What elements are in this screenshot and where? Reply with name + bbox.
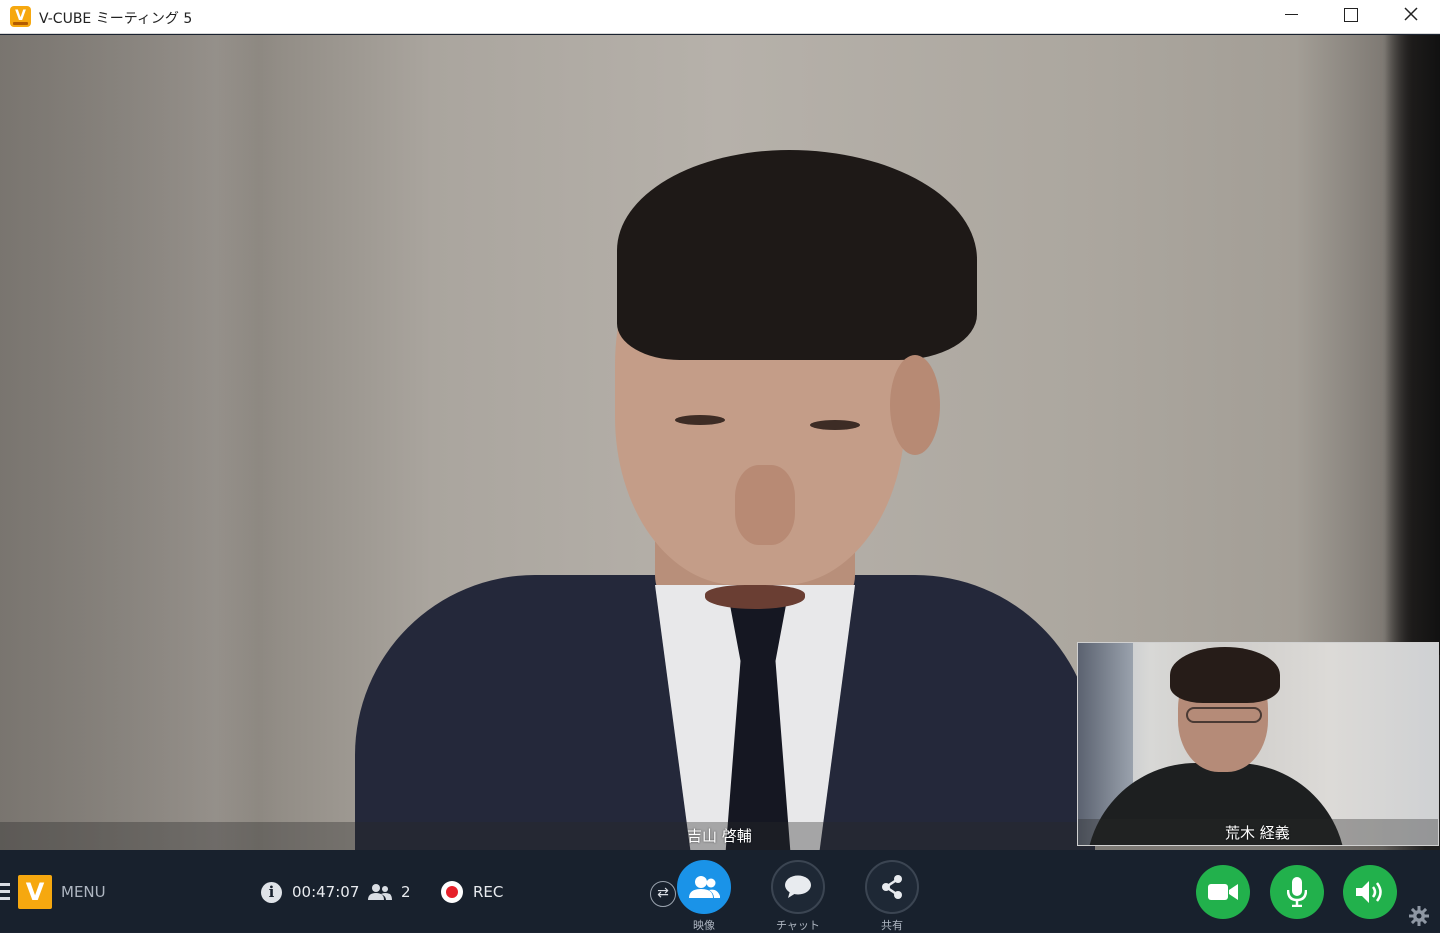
title-bar: V-CUBE ミーティング 5 <box>0 0 1440 34</box>
v-cube-logo-icon <box>10 6 31 27</box>
bottom-toolbar: MENU i 00:47:07 2 REC ⇄ 映像 チャット <box>0 850 1440 932</box>
share-icon <box>882 875 902 899</box>
window-title: V-CUBE ミーティング 5 <box>39 11 193 27</box>
video-button-label: 映像 <box>693 919 715 932</box>
maximize-button[interactable] <box>1321 0 1381 30</box>
menu-label[interactable]: MENU <box>61 883 106 901</box>
chat-button[interactable] <box>771 860 825 914</box>
participant-count: 2 <box>401 883 411 901</box>
share-button-label: 共有 <box>881 919 903 932</box>
speaker-silhouette <box>355 115 1095 850</box>
rec-label[interactable]: REC <box>473 883 503 901</box>
record-icon[interactable] <box>441 881 463 903</box>
elapsed-time: 00:47:07 <box>292 883 360 901</box>
camera-icon <box>1208 884 1238 900</box>
menu-handle-icon[interactable] <box>0 883 10 901</box>
share-button[interactable] <box>865 860 919 914</box>
microphone-toggle-button[interactable] <box>1270 865 1324 919</box>
video-layout-button[interactable] <box>677 860 731 914</box>
info-icon[interactable]: i <box>261 882 282 903</box>
switch-icon[interactable]: ⇄ <box>650 881 676 907</box>
speaker-toggle-button[interactable] <box>1343 865 1397 919</box>
self-video-pip[interactable]: 荒木 経義 <box>1077 642 1439 846</box>
camera-toggle-button[interactable] <box>1196 865 1250 919</box>
close-button[interactable] <box>1381 0 1440 30</box>
gear-icon[interactable] <box>1409 906 1429 926</box>
pip-name-bar: 荒木 経義 <box>1078 819 1438 845</box>
main-participant-name: 吉山 啓輔 <box>687 827 752 845</box>
microphone-icon <box>1287 877 1307 907</box>
people-icon <box>689 876 720 898</box>
minimize-button[interactable] <box>1262 0 1322 30</box>
menu-logo-button[interactable] <box>18 875 52 909</box>
chat-button-label: チャット <box>776 919 820 932</box>
participants-icon[interactable] <box>368 883 392 901</box>
chat-bubble-icon <box>785 875 811 898</box>
close-icon <box>1404 7 1418 21</box>
speaker-icon <box>1356 881 1382 903</box>
pip-participant-name: 荒木 経義 <box>1225 824 1290 842</box>
